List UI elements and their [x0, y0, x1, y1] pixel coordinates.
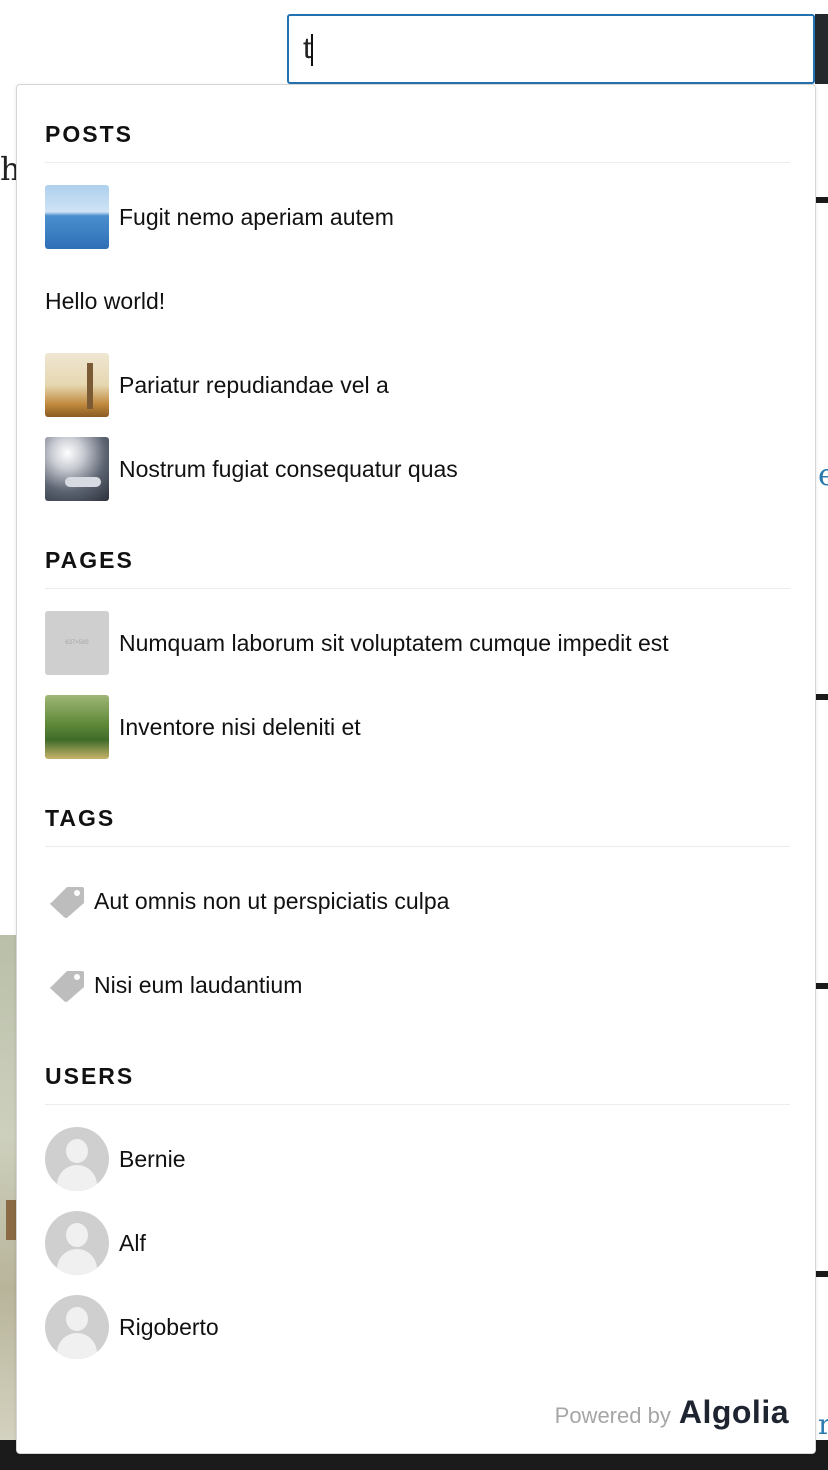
page-thumbnail	[45, 695, 109, 759]
tag-icon	[50, 887, 84, 918]
suggestion-label: Nisi eum laudantium	[94, 971, 303, 998]
post-thumbnail	[45, 185, 109, 249]
background-link-fragment: r	[818, 1408, 828, 1441]
tag-icon	[50, 971, 84, 1002]
algolia-logo: Algolia	[678, 1394, 789, 1430]
placeholder-thumbnail: 637×589	[45, 611, 109, 675]
suggestion-label: Fugit nemo aperiam autem	[119, 203, 394, 230]
text-caret	[311, 34, 314, 67]
suggestion-page[interactable]: 637×589 Numquam laborum sit voluptatem c…	[45, 611, 790, 675]
section-header-posts: POSTS	[45, 121, 790, 163]
section-header-users: USERS	[45, 1063, 790, 1105]
avatar	[45, 1211, 109, 1275]
suggestion-label: Numquam laborum sit voluptatem cumque im…	[119, 629, 669, 656]
background-divider	[816, 1271, 828, 1277]
suggestion-label: Hello world!	[45, 287, 166, 314]
section-header-tags: TAGS	[45, 805, 790, 847]
suggestion-label: Bernie	[119, 1145, 186, 1172]
suggestion-user[interactable]: Rigoberto	[45, 1295, 790, 1359]
suggestion-tag[interactable]: Aut omnis non ut perspiciatis culpa	[45, 869, 790, 933]
section-header-pages: PAGES	[45, 547, 790, 589]
background-divider	[816, 694, 828, 700]
powered-by-text: Powered by	[554, 1403, 671, 1428]
suggestion-user[interactable]: Alf	[45, 1211, 790, 1275]
powered-by-algolia[interactable]: Powered by Algolia	[555, 1394, 789, 1431]
suggestion-post[interactable]: Nostrum fugiat consequatur quas	[45, 437, 790, 501]
suggestion-page[interactable]: Inventore nisi deleniti et	[45, 695, 790, 759]
placeholder-dimensions: 637×589	[65, 640, 89, 646]
suggestion-label: Pariatur repudiandae vel a	[119, 371, 389, 398]
suggestion-user[interactable]: Bernie	[45, 1127, 790, 1191]
suggestion-post[interactable]: Fugit nemo aperiam autem	[45, 185, 790, 249]
search-input[interactable]: t	[287, 14, 815, 84]
background-divider	[816, 197, 828, 203]
suggestion-post[interactable]: Pariatur repudiandae vel a	[45, 353, 790, 417]
admin-bar-edge	[815, 14, 828, 84]
suggestion-label: Alf	[119, 1229, 146, 1256]
background-link-fragment: e	[818, 458, 828, 493]
avatar	[45, 1295, 109, 1359]
suggestion-label: Nostrum fugiat consequatur quas	[119, 455, 458, 482]
suggestion-label: Inventore nisi deleniti et	[119, 713, 361, 740]
avatar	[45, 1127, 109, 1191]
autocomplete-dropdown: POSTS Fugit nemo aperiam autem Hello wor…	[16, 84, 816, 1454]
background-divider	[816, 983, 828, 989]
post-thumbnail	[45, 353, 109, 417]
suggestion-label: Rigoberto	[119, 1313, 219, 1340]
search-input-value: t	[303, 32, 312, 65]
suggestion-tag[interactable]: Nisi eum laudantium	[45, 953, 790, 1017]
post-thumbnail	[45, 437, 109, 501]
suggestion-post[interactable]: Hello world!	[45, 269, 790, 333]
suggestion-label: Aut omnis non ut perspiciatis culpa	[94, 887, 450, 914]
